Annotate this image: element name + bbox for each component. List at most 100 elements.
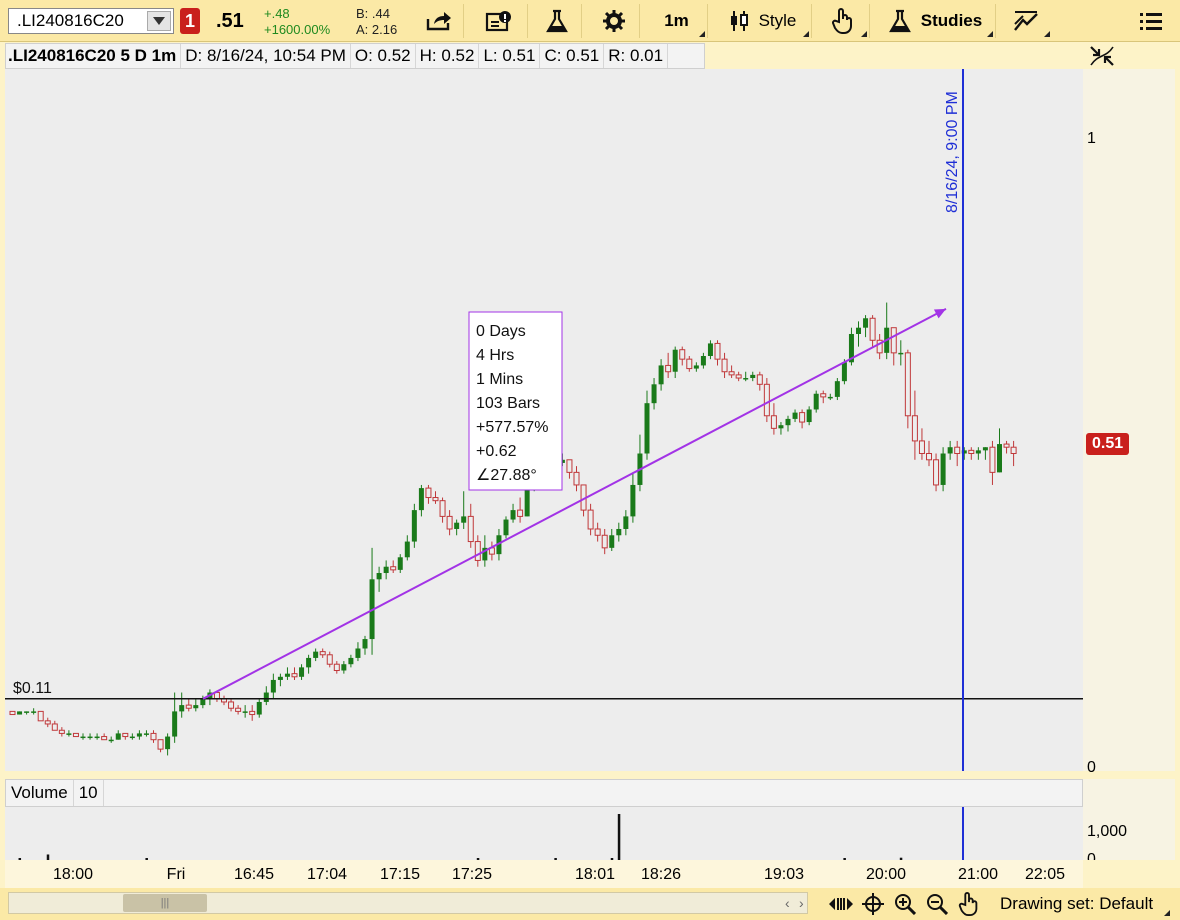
volume-chart-svg[interactable] — [5, 807, 1083, 860]
price-chart-area[interactable]: $0.11 8/16/24, 9:00 PM 0 Days 4 Hrs 1 Mi… — [5, 69, 1083, 771]
candle-body — [827, 396, 833, 399]
volume-axis: 1,000 0 — [1083, 779, 1175, 860]
candle-body — [454, 522, 460, 529]
candle-body — [80, 736, 86, 739]
symbol-selector[interactable]: .LI240816C20 — [8, 8, 174, 34]
flask-icon — [545, 9, 568, 33]
candle-body — [644, 403, 650, 454]
candle-body — [108, 739, 114, 742]
candle-body — [756, 374, 763, 385]
volume-bar — [617, 814, 621, 860]
candle-body — [242, 711, 248, 713]
expand-chart-icon[interactable] — [1088, 44, 1116, 68]
zoom-out-icon[interactable] — [924, 892, 950, 916]
pan-arrows-icon[interactable] — [828, 892, 854, 916]
candle-body — [672, 349, 678, 372]
candle-body — [24, 711, 30, 713]
info-card-icon — [485, 11, 511, 32]
candle-body — [841, 362, 847, 382]
style-label: Style — [758, 11, 797, 30]
dropdown-corner-icon — [699, 31, 705, 37]
interval-button[interactable]: 1m — [646, 4, 708, 38]
candle-body — [122, 732, 129, 738]
candle-body — [750, 374, 756, 379]
chart-info-button[interactable] — [470, 4, 528, 38]
scrollbar-thumb[interactable]: ||| — [123, 894, 207, 912]
candle-body — [87, 736, 93, 739]
candle-body — [383, 566, 389, 574]
scroll-right-icon[interactable]: › — [799, 895, 804, 911]
cursor-mode-button[interactable] — [816, 4, 870, 38]
candle-body — [263, 692, 269, 702]
crosshair-icon[interactable] — [860, 892, 886, 916]
price-chart-svg[interactable]: $0.11 8/16/24, 9:00 PM 0 Days 4 Hrs 1 Mi… — [5, 69, 1083, 771]
candle-body — [785, 418, 791, 426]
candle-body — [601, 534, 608, 549]
candle-body — [573, 471, 580, 486]
candle-body — [291, 673, 298, 678]
horizontal-scrollbar[interactable]: ||| ‹ › — [8, 892, 808, 914]
volume-tick-0: 0 — [1087, 851, 1096, 860]
candle-body — [517, 509, 524, 517]
candle-body — [778, 425, 784, 429]
measure-angle: ∠27.88° — [476, 467, 537, 484]
measure-mins: 1 Mins — [476, 371, 523, 388]
net-change-abs: +.48 — [264, 6, 290, 21]
candle-body — [616, 528, 622, 536]
drawings-button[interactable] — [1000, 4, 1052, 38]
candle-body — [306, 657, 312, 668]
candle-body — [376, 573, 382, 580]
settings-button[interactable] — [588, 4, 640, 38]
studies-button[interactable]: Studies — [876, 4, 996, 38]
style-button[interactable]: Style — [714, 4, 812, 38]
candle-body — [679, 349, 686, 360]
net-change-pct: +1600.00% — [264, 22, 331, 37]
candle-body — [150, 732, 157, 741]
dropdown-corner-icon[interactable] — [1164, 910, 1170, 916]
time-label: 21:00 — [957, 866, 999, 883]
flask-button[interactable] — [532, 4, 582, 38]
candle-body — [256, 701, 262, 715]
candle-body — [326, 654, 333, 665]
header-low: L: 0.51 — [479, 44, 541, 68]
scroll-left-icon[interactable]: ‹ — [785, 895, 790, 911]
alert-count-badge[interactable]: 1 — [180, 8, 200, 34]
candle-body — [235, 707, 242, 712]
candle-body — [735, 374, 742, 379]
candle-body — [587, 509, 594, 530]
measure-pct: +577.57% — [476, 419, 549, 436]
symbol-text[interactable]: .LI240816C20 — [17, 11, 124, 30]
candle-body — [165, 736, 171, 750]
chart-header: .LI240816C20 5 D 1m D: 8/16/24, 10:54 PM… — [5, 43, 705, 69]
bid-value: B: .44 — [356, 6, 390, 21]
menu-button[interactable] — [1126, 4, 1176, 38]
hand-pan-icon[interactable] — [956, 892, 982, 916]
candle-body — [728, 371, 735, 376]
current-price-badge: 0.51 — [1086, 433, 1130, 455]
drawing-set-selector[interactable]: Drawing set: Default — [1000, 894, 1153, 914]
menu-list-icon — [1140, 13, 1162, 30]
flask-icon — [888, 9, 911, 33]
candle-body — [940, 453, 946, 485]
candle-body — [299, 667, 305, 677]
studies-label: Studies — [920, 11, 983, 30]
header-range: R: 0.01 — [604, 44, 669, 68]
candle-body — [989, 446, 996, 473]
net-change: +.48 +1600.00% — [264, 6, 330, 38]
measure-box[interactable]: 0 Days 4 Hrs 1 Mins 103 Bars +577.57% +0… — [468, 311, 563, 491]
candle-body — [157, 739, 164, 750]
candle-body — [630, 484, 636, 517]
candle-body — [792, 412, 798, 419]
time-axis[interactable]: 18:00 Fri 16:45 17:04 17:15 17:25 18:01 … — [5, 860, 1083, 888]
time-label: 18:01 — [574, 866, 616, 883]
candle-body — [58, 729, 65, 734]
volume-tick-1000: 1,000 — [1087, 823, 1128, 840]
share-button[interactable] — [414, 4, 464, 38]
zoom-in-icon[interactable] — [892, 892, 918, 916]
volume-chart-area[interactable] — [5, 807, 1083, 860]
header-date: D: 8/16/24, 10:54 PM — [181, 44, 351, 68]
dropdown-corner-icon — [1044, 31, 1050, 37]
price-axis[interactable]: 1 0 — [1083, 69, 1175, 776]
chevron-down-icon[interactable] — [147, 11, 171, 31]
trendline[interactable] — [202, 307, 947, 700]
